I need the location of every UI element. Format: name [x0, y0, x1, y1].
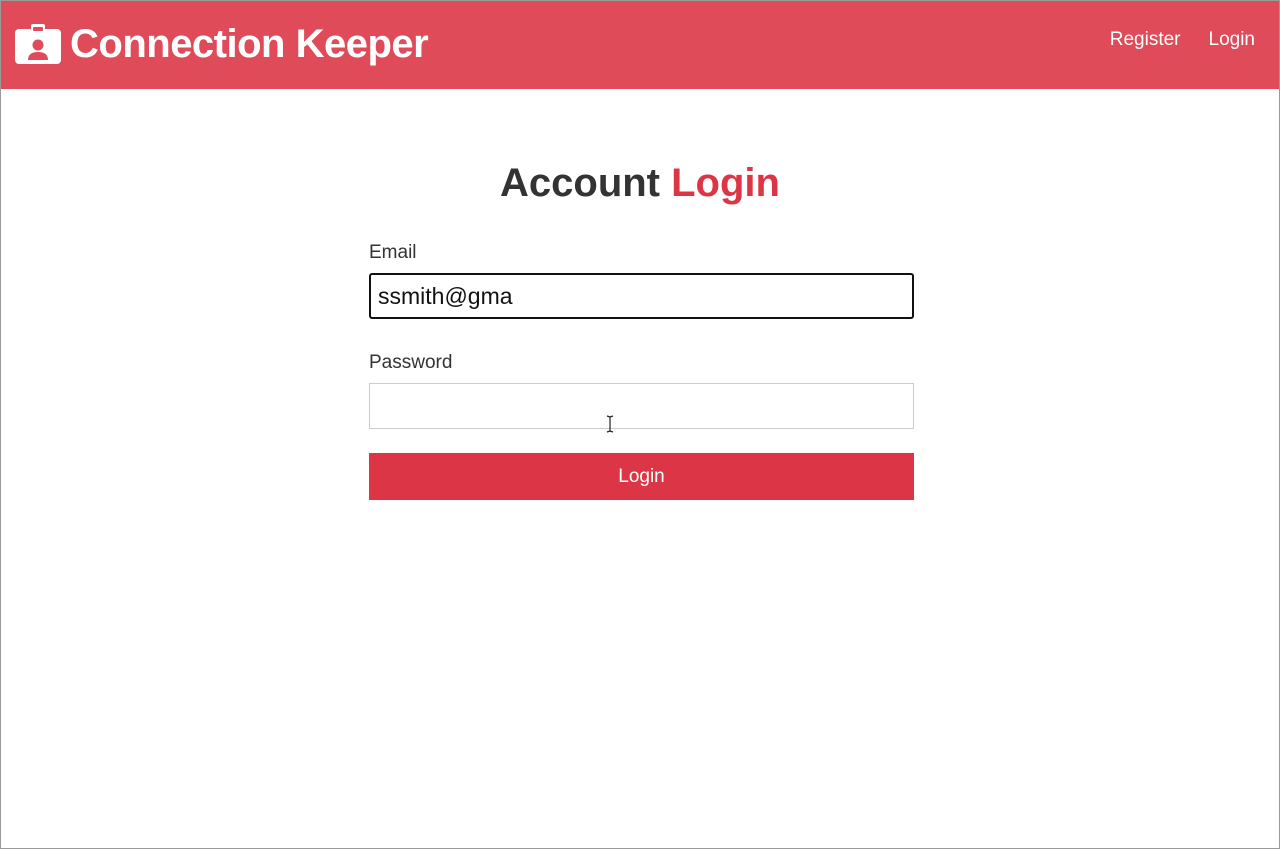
login-form: Email Password Login [369, 241, 914, 500]
nav-register-link[interactable]: Register [1110, 29, 1181, 51]
nav-login-link[interactable]: Login [1209, 29, 1256, 51]
page-title-accent: Login [671, 161, 780, 205]
navbar: Connection Keeper Register Login [1, 1, 1279, 89]
password-label: Password [369, 352, 453, 373]
brand-title: Connection Keeper [70, 21, 429, 66]
browser-page: Connection Keeper Register Login Account… [0, 0, 1280, 849]
id-badge-icon [15, 24, 61, 64]
login-button[interactable]: Login [369, 453, 914, 500]
brand-link[interactable]: Connection Keeper [15, 17, 429, 71]
nav-links: Register Login [1110, 29, 1255, 51]
page-title-prefix: Account [500, 161, 660, 205]
email-label: Email [369, 242, 417, 263]
text-cursor-icon [606, 415, 614, 433]
page-title: Account Login [1, 159, 1279, 207]
password-field[interactable] [369, 383, 914, 429]
email-field[interactable] [369, 273, 914, 319]
